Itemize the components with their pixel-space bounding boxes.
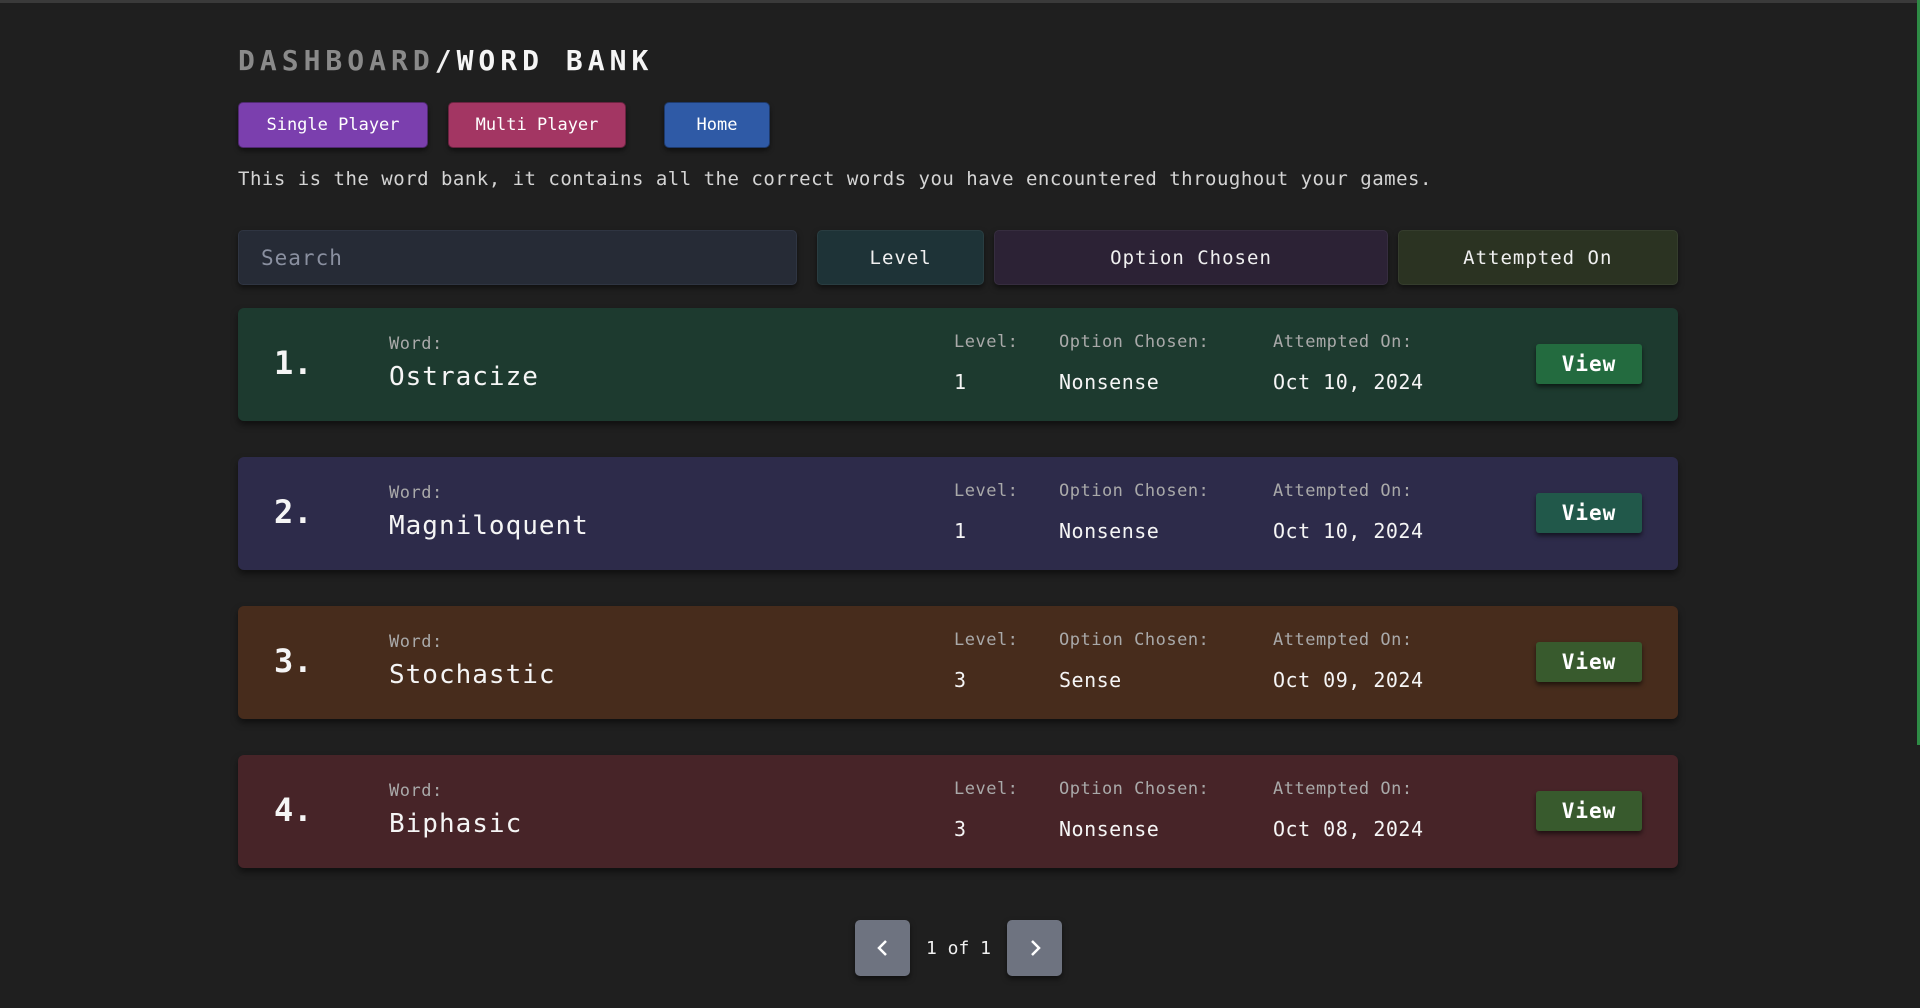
attempted-label: Attempted On: [1273, 630, 1413, 650]
option-label: Option Chosen: [1059, 481, 1210, 501]
pagination: 1 of 1 [855, 920, 1062, 976]
top-border [0, 0, 1920, 3]
word-index: 2. [274, 493, 313, 531]
attempted-value: Oct 08, 2024 [1273, 817, 1424, 841]
view-button[interactable]: View [1536, 642, 1642, 682]
option-chosen-filter-button[interactable]: Option Chosen [994, 230, 1388, 285]
level-label: Level: [954, 332, 1019, 352]
option-value: Nonsense [1059, 817, 1160, 841]
level-filter-button[interactable]: Level [816, 230, 985, 285]
level-label: Level: [954, 630, 1019, 650]
multi-player-button[interactable]: Multi Player [448, 102, 626, 148]
level-value: 1 [954, 370, 967, 394]
view-button[interactable]: View [1536, 344, 1642, 384]
option-value: Nonsense [1059, 370, 1160, 394]
view-button[interactable]: View [1536, 493, 1642, 533]
search-input[interactable] [238, 230, 797, 285]
attempted-label: Attempted On: [1273, 779, 1413, 799]
level-label: Level: [954, 779, 1019, 799]
word-label: Word: [389, 334, 443, 354]
word-bank-page: DASHBOARD / WORD BANK Single Player Multi … [238, 40, 1678, 904]
breadcrumb-current: WORD BANK [456, 43, 654, 77]
word-card: 4. Word: Biphasic Level: 3 Option Chosen: Nons… [238, 755, 1678, 868]
option-value: Nonsense [1059, 519, 1160, 543]
attempted-value: Oct 09, 2024 [1273, 668, 1424, 692]
level-value: 3 [954, 668, 967, 692]
attempted-value: Oct 10, 2024 [1273, 519, 1424, 543]
page-description: This is the word bank, it contains all t… [238, 168, 1432, 190]
word-label: Word: [389, 483, 443, 503]
word-index: 3. [274, 642, 313, 680]
chevron-left-icon [876, 940, 887, 956]
word-index: 1. [274, 344, 313, 382]
home-button[interactable]: Home [664, 102, 770, 148]
word-index: 4. [274, 791, 313, 829]
prev-page-button[interactable] [855, 920, 910, 976]
option-label: Option Chosen: [1059, 779, 1210, 799]
breadcrumb-dashboard[interactable]: DASHBOARD [238, 44, 435, 77]
word-label: Word: [389, 781, 443, 801]
attempted-label: Attempted On: [1273, 332, 1413, 352]
view-button[interactable]: View [1536, 791, 1642, 831]
chevron-right-icon [1030, 940, 1041, 956]
page-indicator: 1 of 1 [925, 937, 992, 959]
level-label: Level: [954, 481, 1019, 501]
option-label: Option Chosen: [1059, 630, 1210, 650]
word-card: 2. Word: Magniloquent Level: 1 Option Chosen:… [238, 457, 1678, 570]
level-value: 3 [954, 817, 967, 841]
filter-bar: Level Option Chosen Attempted On [238, 230, 1678, 285]
word-value: Stochastic [389, 660, 556, 690]
option-value: Sense [1059, 668, 1122, 692]
level-value: 1 [954, 519, 967, 543]
single-player-button[interactable]: Single Player [238, 102, 428, 148]
attempted-label: Attempted On: [1273, 481, 1413, 501]
word-value: Biphasic [389, 809, 523, 839]
word-card: 1. Word: Ostracize Level: 1 Option Chosen: Non… [238, 308, 1678, 421]
nav-buttons: Single Player Multi Player Home [238, 102, 1678, 148]
option-label: Option Chosen: [1059, 332, 1210, 352]
word-value: Magniloquent [389, 511, 589, 541]
word-card: 3. Word: Stochastic Level: 3 Option Chosen: Se… [238, 606, 1678, 719]
word-label: Word: [389, 632, 443, 652]
breadcrumb-separator: / [434, 43, 457, 77]
breadcrumb: DASHBOARD / WORD BANK [238, 40, 1678, 80]
word-value: Ostracize [389, 362, 539, 392]
word-list: 1. Word: Ostracize Level: 1 Option Chosen: Non… [238, 308, 1678, 868]
next-page-button[interactable] [1007, 920, 1062, 976]
attempted-on-filter-button[interactable]: Attempted On [1397, 230, 1678, 285]
attempted-value: Oct 10, 2024 [1273, 370, 1424, 394]
